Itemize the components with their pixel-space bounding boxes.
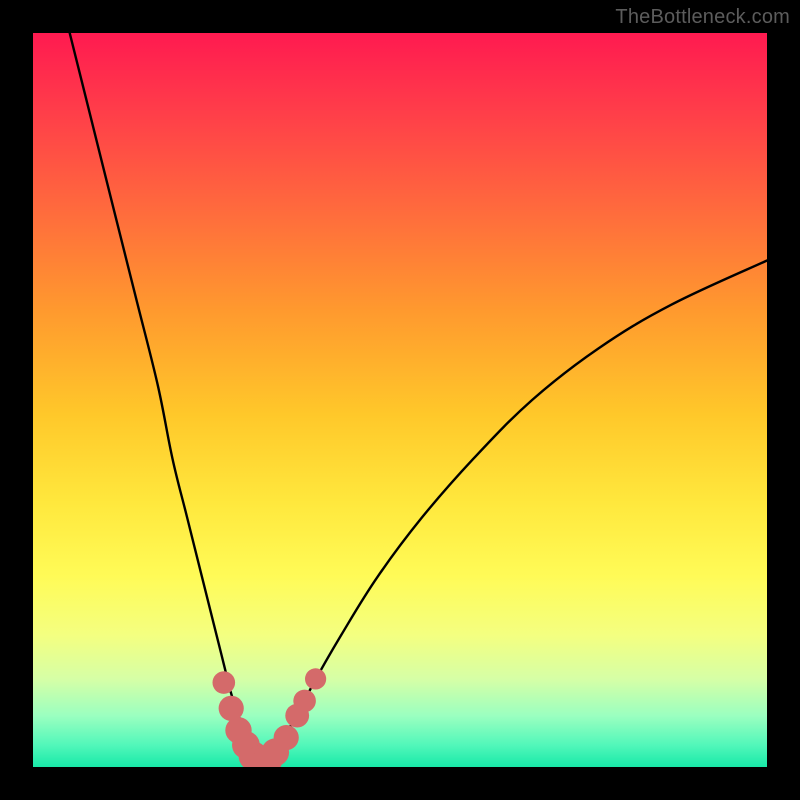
data-marker xyxy=(274,725,299,750)
watermark-text: TheBottleneck.com xyxy=(615,6,790,29)
marker-group xyxy=(213,668,327,767)
plot-area xyxy=(33,33,767,767)
data-marker xyxy=(213,671,236,694)
chart-frame: TheBottleneck.com xyxy=(0,0,800,800)
chart-svg xyxy=(33,33,767,767)
data-marker xyxy=(305,668,326,689)
bottleneck-curve xyxy=(70,33,767,761)
data-marker xyxy=(219,696,244,721)
data-marker xyxy=(293,690,316,713)
